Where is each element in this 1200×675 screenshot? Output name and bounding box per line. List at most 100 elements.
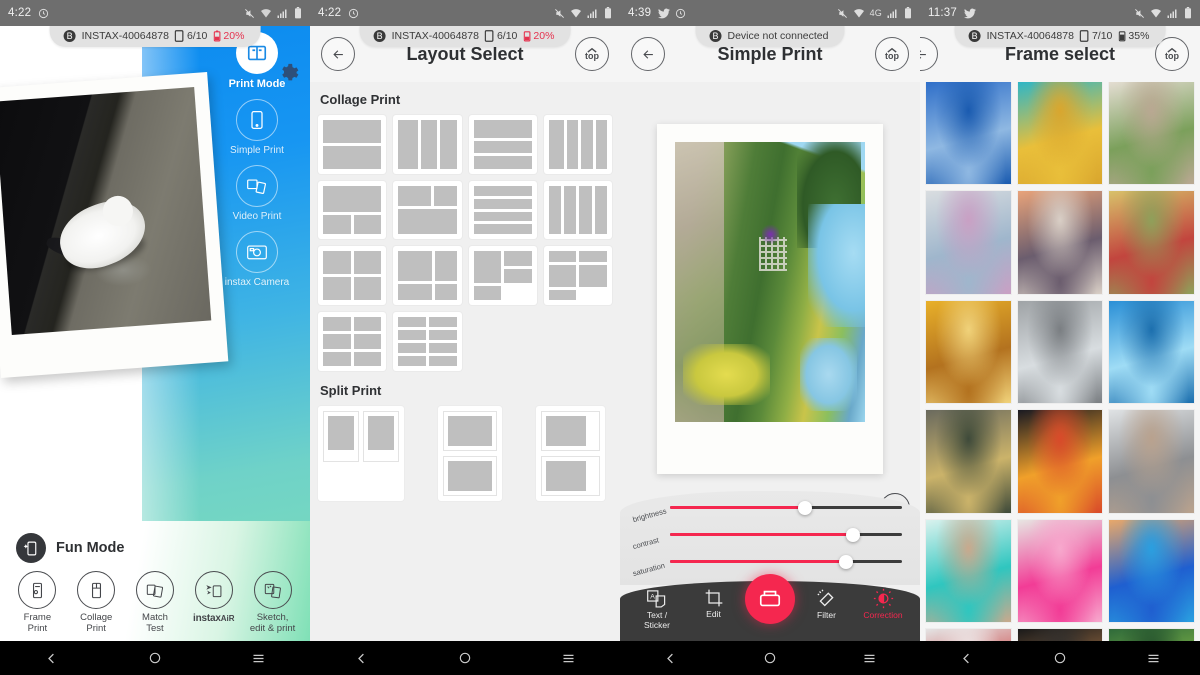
scroll-to-top-button[interactable]: top xyxy=(875,37,909,71)
android-nav-bar xyxy=(920,641,1200,675)
collage-layout-3-rows-tall-top[interactable] xyxy=(468,115,537,174)
collage-layout-2x2-quad[interactable] xyxy=(318,246,387,306)
frame-thumb-hat-sunflower-field[interactable] xyxy=(1109,191,1194,294)
split-option-two-landscape[interactable] xyxy=(438,405,502,501)
fun-item-instax-air[interactable]: instaxAiR xyxy=(185,571,243,635)
back-button[interactable] xyxy=(920,37,938,71)
recents-menu-icon[interactable] xyxy=(1146,651,1161,666)
slider-knob[interactable] xyxy=(846,527,861,542)
layout-cell xyxy=(473,198,532,209)
print-icon[interactable] xyxy=(745,574,795,624)
frame-thumb-dark-portrait-bottom[interactable] xyxy=(1017,629,1103,641)
frame-thumb-golden-crown-portrait[interactable] xyxy=(926,300,1011,404)
fun-item-sketch-edit-print[interactable]: Sketch, edit & print xyxy=(244,571,302,635)
tool-correction[interactable]: Correction xyxy=(856,588,910,621)
tool-edit[interactable]: Edit xyxy=(687,588,741,620)
frame-thumb-cat-teal-squares[interactable] xyxy=(926,519,1011,623)
mode-simple-print[interactable]: Simple Print xyxy=(204,99,310,156)
collage-layout-2-top-wide-bottom[interactable] xyxy=(393,180,462,240)
simple-print-body: brightness contrast saturation A Text / … xyxy=(620,82,920,641)
frame-thumb-laptop-plant-desk[interactable] xyxy=(1109,82,1194,185)
back-chevron-icon[interactable] xyxy=(663,651,678,666)
print-preview-sheet[interactable] xyxy=(657,124,883,474)
settings-gear-button[interactable] xyxy=(277,62,299,89)
frame-thumb-christmas-lights-bokeh[interactable] xyxy=(1017,410,1103,513)
status-time: 4:22 xyxy=(8,7,32,19)
collage-layout-left-tall-3-right[interactable] xyxy=(468,246,537,306)
panel-layout-select: 4:22 B INSTAX-40064878 6/10 20% Layout S… xyxy=(310,0,620,675)
slider-track[interactable] xyxy=(670,500,902,515)
status-left-icons xyxy=(348,8,359,19)
mode-instax-camera[interactable]: instax Camera xyxy=(204,231,310,288)
frame-thumb-pink-gradient-portrait[interactable] xyxy=(1017,519,1103,623)
frame-thumb-couple-watercolor-beach[interactable] xyxy=(1109,410,1194,513)
panel-simple-print: 4:39 4G B Device not connected Simple Pr… xyxy=(620,0,920,675)
slider-brightness[interactable]: brightness xyxy=(632,497,906,524)
collage-layout-wide-mid-band[interactable] xyxy=(543,246,612,306)
collage-layout-top-wide-2-bottom[interactable] xyxy=(318,180,387,240)
back-chevron-icon[interactable] xyxy=(959,651,974,666)
device-status-pill[interactable]: B Device not connected xyxy=(695,26,845,47)
clock-icon xyxy=(675,8,686,19)
split-option-two-portrait[interactable] xyxy=(318,405,404,501)
collage-layout-3-cols-bottom-split[interactable] xyxy=(393,246,462,306)
slider-track[interactable] xyxy=(670,554,902,569)
back-chevron-icon[interactable] xyxy=(354,651,369,666)
fun-mode-icon xyxy=(16,533,46,563)
device-name: INSTAX-40064878 xyxy=(986,30,1074,42)
device-status-pill[interactable]: B INSTAX-40064878 7/10 35% xyxy=(954,26,1166,47)
home-circle-icon[interactable] xyxy=(148,651,162,665)
back-button[interactable] xyxy=(631,37,665,71)
collage-layout-3-cols-wide-left[interactable] xyxy=(393,115,462,174)
frame-thumb-sunglasses-sticker-collage[interactable] xyxy=(926,191,1011,294)
layout-cell xyxy=(579,251,607,262)
recents-menu-icon[interactable] xyxy=(561,651,576,666)
fun-item-collage-print[interactable]: Collage Print xyxy=(67,571,125,635)
frame-thumb-vintage-gold-ornate[interactable] xyxy=(926,410,1011,513)
fun-item-frame-print[interactable]: Frame Print xyxy=(8,571,66,635)
frame-thumb-yellow-sweater-teal-bg[interactable] xyxy=(1017,82,1103,185)
frame-scroll-area[interactable] xyxy=(920,82,1200,641)
slider-contrast[interactable]: contrast xyxy=(632,524,906,551)
collage-layout-2x3-grid[interactable] xyxy=(318,312,387,371)
frame-thumb-white-red-stripe[interactable] xyxy=(926,629,1011,641)
home-circle-icon[interactable] xyxy=(1053,651,1067,665)
home-circle-icon[interactable] xyxy=(763,651,777,665)
collage-layout-2-rows[interactable] xyxy=(318,115,387,174)
frame-thumb-blue-sweater-portrait[interactable] xyxy=(926,82,1011,185)
recents-menu-icon[interactable] xyxy=(251,651,266,666)
layout-scroll-area[interactable]: Collage Print Split Print xyxy=(310,82,620,641)
back-button[interactable] xyxy=(321,37,355,71)
tool-print-button[interactable] xyxy=(743,574,797,624)
slider-saturation[interactable]: saturation xyxy=(632,551,906,578)
slider-knob[interactable] xyxy=(839,554,854,569)
collage-layout-2x4-grid[interactable] xyxy=(393,312,462,371)
slider-knob[interactable] xyxy=(797,500,812,515)
collage-layout-4-cols[interactable] xyxy=(543,115,612,174)
frame-thumb-silver-glitter-frame[interactable] xyxy=(1017,300,1103,404)
frame-thumb-green-leaf-frame[interactable] xyxy=(1109,629,1194,641)
fun-item-match-test[interactable]: Match Test xyxy=(126,571,184,635)
battery-icon xyxy=(1184,7,1192,19)
device-status-pill[interactable]: B INSTAX-40064878 6/10 20% xyxy=(49,26,261,47)
tool-text-sticker[interactable]: A Text / Sticker xyxy=(630,588,684,630)
top-label: top xyxy=(1165,51,1179,61)
frame-thumb-blue-mosaic-glass[interactable] xyxy=(1109,300,1194,404)
cat-polaroid-preview[interactable] xyxy=(0,72,229,378)
scroll-to-top-button[interactable]: top xyxy=(575,37,609,71)
back-chevron-icon[interactable] xyxy=(44,651,59,666)
layout-cell xyxy=(353,277,382,301)
tool-filter[interactable]: Filter xyxy=(800,588,854,621)
device-status-pill[interactable]: B INSTAX-40064878 6/10 20% xyxy=(359,26,571,47)
mode-video-print[interactable]: Video Print xyxy=(204,165,310,222)
frame-thumb-blue-crystal-sunset[interactable] xyxy=(1109,519,1194,623)
slider-track[interactable] xyxy=(670,527,902,542)
frame-thumb-redhead-floral-frame[interactable] xyxy=(1017,191,1103,294)
recents-menu-icon[interactable] xyxy=(862,651,877,666)
collage-layout-4-rows[interactable] xyxy=(468,180,537,240)
top-label: top xyxy=(585,51,599,61)
layout-preview xyxy=(548,251,607,301)
split-option-two-landscape-offset[interactable] xyxy=(536,405,605,501)
collage-layout-4-cols-even[interactable] xyxy=(543,180,612,240)
home-circle-icon[interactable] xyxy=(458,651,472,665)
